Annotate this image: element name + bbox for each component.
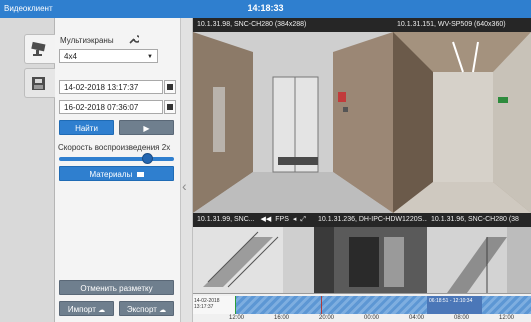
timeline[interactable]: 14-02-2018 13:17:37 06:18:51 - 12:10:34 … xyxy=(193,293,531,322)
camera-icon xyxy=(31,41,46,56)
timeline-tick: 04:00 xyxy=(409,315,425,321)
clock: 14:18:33 xyxy=(247,3,284,13)
fps-label: FPS xyxy=(275,216,289,223)
upload-cloud-icon: ☁ xyxy=(98,307,106,314)
multiscreen-label: Мультиэкраны xyxy=(60,36,114,45)
import-button[interactable]: Импорт ☁ xyxy=(59,301,114,316)
archive-icon xyxy=(32,77,45,90)
camera-title: 10.1.31.98, SNC-CH280 (384x288) xyxy=(193,18,393,32)
camera-tile[interactable]: 10.1.31.98, SNC-CH280 (384x288) xyxy=(193,18,393,213)
camera-view xyxy=(314,227,427,293)
title-bar: Видеоклиент 14:18:33 xyxy=(0,0,531,18)
play-button[interactable]: ▶ xyxy=(119,120,174,135)
calendar-icon[interactable] xyxy=(164,80,176,94)
panel-collapse-handle[interactable]: ‹ xyxy=(181,18,193,322)
export-button[interactable]: Экспорт ☁ xyxy=(119,301,174,316)
timeline-tick: 08:00 xyxy=(454,315,470,321)
timeline-tick: 12:00 xyxy=(229,315,245,321)
video-grid: 10.1.31.98, SNC-CH280 (384x288) 10.1.31.… xyxy=(193,18,531,293)
camera-tile[interactable]: 10.1.31.151, WV-SP509 (640x360) xyxy=(393,18,531,213)
recording-segment[interactable] xyxy=(235,296,427,314)
tab-archive[interactable] xyxy=(24,68,55,98)
start-datetime-field[interactable]: 14-02-2018 13:17:37 xyxy=(59,80,163,94)
list-icon xyxy=(136,172,144,177)
left-icon-strip xyxy=(0,18,55,322)
timeline-tick: 16:00 xyxy=(274,315,290,321)
selected-range[interactable]: 06:18:51 - 12:10:34 xyxy=(427,296,482,314)
camera-tile[interactable]: 10.1.31.96, SNC-CH280 (38 xyxy=(427,213,531,293)
camera-view xyxy=(393,32,531,213)
control-panel: Мультиэкраны 4x4 ▼ 14-02-2018 13:17:37 1… xyxy=(55,18,181,322)
volume-icon[interactable]: ◂ xyxy=(293,216,297,223)
camera-title: 10.1.31.96, SNC-CH280 (38 xyxy=(427,213,531,227)
camera-view xyxy=(193,32,393,213)
calendar-icon[interactable] xyxy=(164,100,176,114)
camera-tile[interactable]: 10.1.31.99, SNC... ◀◀ FPS ◂ ⤢ xyxy=(193,213,314,293)
expand-icon[interactable]: ⤢ xyxy=(300,216,306,223)
camera-tile[interactable]: 10.1.31.236, DH-IPC-HDW1220S... xyxy=(314,213,427,293)
chevron-left-icon: ‹ xyxy=(182,178,187,194)
cancel-marking-button[interactable]: Отменить разметку xyxy=(59,280,174,295)
slider-thumb[interactable] xyxy=(142,153,153,164)
download-cloud-icon: ☁ xyxy=(159,307,167,314)
timeline-tick: 00:00 xyxy=(364,315,380,321)
export-label: Экспорт xyxy=(126,305,157,314)
timeline-tick: 20:00 xyxy=(319,315,335,321)
import-label: Импорт xyxy=(67,305,96,314)
camera-title: 10.1.31.151, WV-SP509 (640x360) xyxy=(393,18,531,32)
chevron-down-icon: ▼ xyxy=(147,54,153,60)
layout-select-value: 4x4 xyxy=(64,52,77,61)
tab-cameras[interactable] xyxy=(24,34,55,64)
timeline-tick: 12:00 xyxy=(499,315,515,321)
camera-title: 10.1.31.236, DH-IPC-HDW1220S... xyxy=(314,213,427,227)
materials-button-label: Материалы xyxy=(89,170,133,179)
selected-range-label: 06:18:51 - 12:10:34 xyxy=(429,298,473,304)
timeline-start-block: 14-02-2018 13:17:37 xyxy=(193,296,235,314)
find-button[interactable]: Найти xyxy=(59,120,114,135)
end-datetime-field[interactable]: 16-02-2018 07:36:07 xyxy=(59,100,163,114)
materials-button[interactable]: Материалы xyxy=(59,166,174,181)
video-client-window: Видеоклиент 14:18:33 Мультиэкраны 4x4 ▼ … xyxy=(0,0,531,322)
camera-view xyxy=(193,227,314,293)
timeline-start-label: 13:17:37 xyxy=(194,304,214,310)
wrench-icon[interactable] xyxy=(128,34,139,45)
playback-speed-label: Скорость воспроизведения 2x xyxy=(58,143,171,152)
camera-view xyxy=(427,227,531,293)
recording-segment[interactable] xyxy=(482,296,531,314)
rewind-icon[interactable]: ◀◀ xyxy=(261,216,272,223)
playback-speed-slider[interactable] xyxy=(59,157,174,161)
playhead[interactable] xyxy=(235,296,236,314)
layout-select[interactable]: 4x4 ▼ xyxy=(59,49,158,63)
marker-line xyxy=(321,296,322,314)
camera-title: 10.1.31.99, SNC... ◀◀ FPS ◂ ⤢ xyxy=(193,213,314,227)
